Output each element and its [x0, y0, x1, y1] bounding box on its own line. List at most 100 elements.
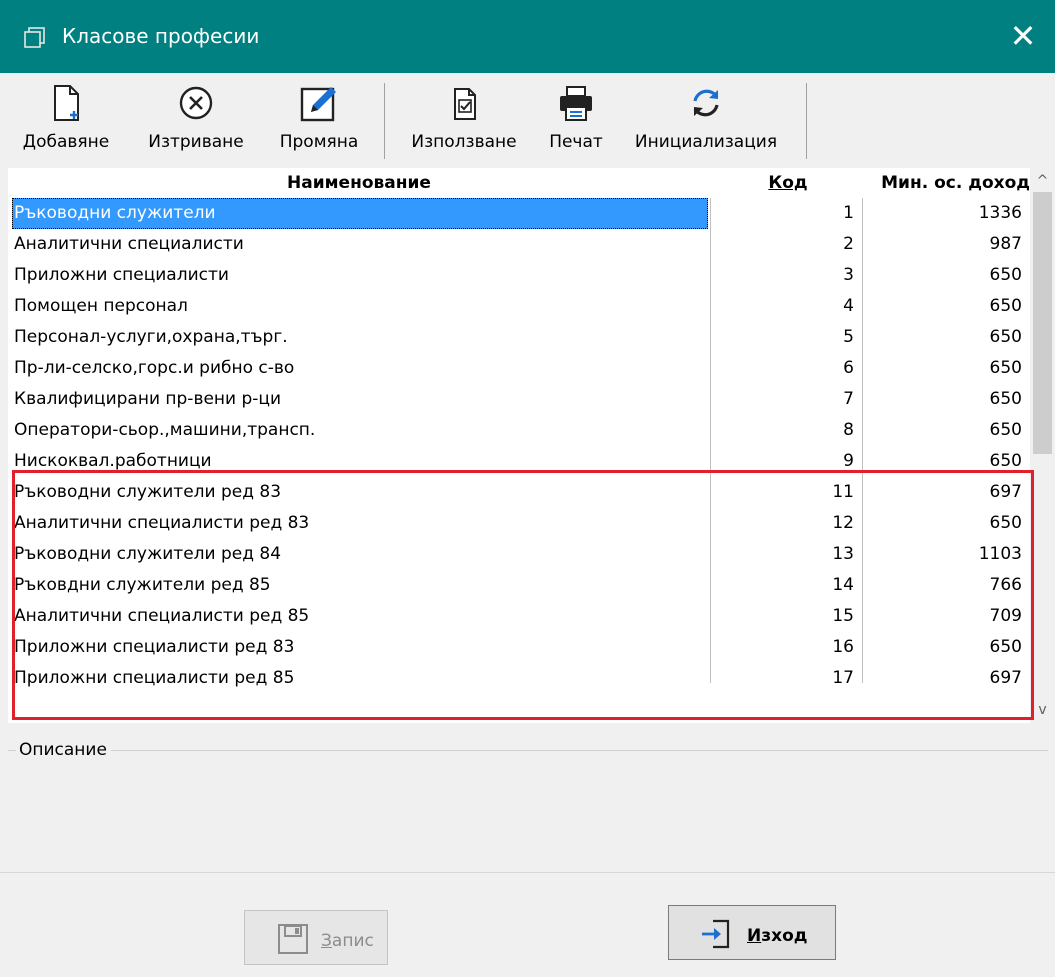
cell-name: Оператори-сьор.,машини,трансп.: [14, 420, 316, 440]
print-button[interactable]: Печат: [538, 79, 614, 163]
cell-name: Пр-ли-селско,горс.и рибно с-во: [14, 358, 295, 378]
delete-label: Изтриване: [148, 132, 244, 152]
delete-button[interactable]: Изтриване: [136, 79, 256, 163]
cell-min-income: 650: [989, 296, 1022, 316]
edit-button[interactable]: Промяна: [264, 79, 374, 163]
vertical-scrollbar[interactable]: ^ v: [1030, 168, 1055, 723]
cell-code: 2: [843, 234, 854, 254]
cell-name: Квалифицирани пр-вени р-ци: [14, 389, 282, 409]
cell-min-income: 766: [989, 575, 1022, 595]
cell-name: Ръковдни служители ред 85: [14, 575, 271, 595]
cell-code: 17: [832, 668, 854, 688]
table-row[interactable]: Аналитични специалисти 2 987: [8, 229, 1030, 260]
cell-name: Аналитични специалисти ред 83: [14, 513, 310, 533]
cell-code: 15: [832, 606, 854, 626]
cell-name: Приложни специалисти ред 83: [14, 637, 295, 657]
cell-code: 1: [843, 203, 854, 223]
print-label: Печат: [549, 132, 603, 152]
checked-document-icon: [454, 88, 476, 120]
cell-code: 6: [843, 358, 854, 378]
cell-min-income: 650: [989, 265, 1022, 285]
cell-code: 9: [843, 451, 854, 471]
description-legend: Описание: [16, 738, 111, 762]
toolbar-separator: [806, 83, 807, 159]
floppy-disk-icon: [278, 924, 308, 954]
column-header-code[interactable]: Код: [768, 168, 808, 198]
cell-name: Приложни специалисти: [14, 265, 229, 285]
toolbar: Добавяне Изтриване Промяна Използване Пе…: [0, 73, 1055, 169]
table-row[interactable]: Ръководни служители ред 83 11 697: [8, 477, 1030, 508]
table-row[interactable]: Помощен персонал 4 650: [8, 291, 1030, 322]
cell-min-income: 987: [989, 234, 1022, 254]
table-row[interactable]: Аналитични специалисти ред 85 15 709: [8, 601, 1030, 632]
table-row[interactable]: Ръководни служители ред 84 13 1103: [8, 539, 1030, 570]
pencil-edit-icon: [300, 87, 336, 122]
cell-name: Приложни специалисти ред 85: [14, 668, 295, 688]
cell-min-income: 1336: [978, 203, 1022, 223]
table-row[interactable]: Приложни специалисти 3 650: [8, 260, 1030, 291]
cell-code: 7: [843, 389, 854, 409]
table-row[interactable]: Нискоквал.работници 9 650: [8, 446, 1030, 477]
add-button[interactable]: Добавяне: [2, 79, 130, 163]
table-row[interactable]: Аналитични специалисти ред 83 12 650: [8, 508, 1030, 539]
exit-button[interactable]: Изход: [668, 905, 836, 960]
table-row[interactable]: Квалифицирани пр-вени р-ци 7 650: [8, 384, 1030, 415]
scroll-up-icon[interactable]: ^: [1030, 170, 1055, 192]
exit-arrow-icon: [702, 919, 730, 949]
cell-min-income: 709: [989, 606, 1022, 626]
cell-name: Помощен персонал: [14, 296, 188, 316]
table-header: Наименование Код Мин. ос. доход: [8, 168, 1038, 198]
cell-min-income: 650: [989, 451, 1022, 471]
table-row[interactable]: Оператори-сьор.,машини,трансп. 8 650: [8, 415, 1030, 446]
window-icon: [24, 27, 45, 48]
title-bar: Класове професии ✕: [0, 0, 1055, 73]
close-icon[interactable]: ✕: [1005, 18, 1041, 54]
scrollbar-thumb[interactable]: [1033, 192, 1052, 454]
refresh-icon: [693, 89, 719, 117]
init-button[interactable]: Инициализация: [620, 79, 792, 163]
init-label: Инициализация: [634, 132, 778, 152]
cell-min-income: 650: [989, 358, 1022, 378]
cell-code: 8: [843, 420, 854, 440]
window-title: Класове професии: [62, 24, 260, 48]
save-button[interactable]: Запис: [244, 910, 388, 965]
description-group: Описание: [8, 736, 1048, 866]
cell-code: 3: [843, 265, 854, 285]
cell-name: Нискоквал.работници: [14, 451, 212, 471]
profession-classes-table: Наименование Код Мин. ос. доход Ръководн…: [8, 168, 1038, 723]
cell-min-income: 697: [989, 482, 1022, 502]
cell-min-income: 650: [989, 389, 1022, 409]
cell-min-income: 650: [989, 637, 1022, 657]
exit-label: Изход: [747, 926, 808, 946]
use-label: Използване: [411, 132, 517, 152]
cell-code: 16: [832, 637, 854, 657]
table-row[interactable]: Приложни специалисти ред 85 17 697: [8, 663, 1030, 694]
cell-code: 14: [832, 575, 854, 595]
divider: [0, 872, 1055, 873]
column-header-name[interactable]: Наименование: [8, 168, 710, 198]
cell-code: 13: [832, 544, 854, 564]
cell-code: 5: [843, 327, 854, 347]
cell-name: Персонал-услуги,охрана,търг.: [14, 327, 288, 347]
table-row[interactable]: Ръковдни служители ред 85 14 766: [8, 570, 1030, 601]
cell-name: Аналитични специалисти ред 85: [14, 606, 310, 626]
cell-min-income: 650: [989, 420, 1022, 440]
toolbar-separator: [384, 83, 385, 159]
cell-min-income: 697: [989, 668, 1022, 688]
scroll-down-icon[interactable]: v: [1030, 699, 1055, 721]
table-row[interactable]: Приложни специалисти ред 83 16 650: [8, 632, 1030, 663]
table-row[interactable]: Ръководни служители 1 1336: [8, 198, 1030, 229]
cell-name: Ръководни служители ред 83: [14, 482, 282, 502]
cell-code: 12: [832, 513, 854, 533]
table-row[interactable]: Пр-ли-селско,горс.и рибно с-во 6 650: [8, 353, 1030, 384]
cell-name: Ръководни служители: [12, 198, 708, 229]
cell-code: 4: [843, 296, 854, 316]
use-button[interactable]: Използване: [398, 79, 530, 163]
cell-min-income: 1103: [978, 544, 1022, 564]
table-row[interactable]: Персонал-услуги,охрана,търг. 5 650: [8, 322, 1030, 353]
cell-name: Аналитични специалисти: [14, 234, 244, 254]
column-header-min-income[interactable]: Мин. ос. доход: [846, 168, 1030, 198]
edit-label: Промяна: [279, 132, 359, 152]
add-label: Добавяне: [22, 132, 110, 152]
printer-icon: [560, 86, 592, 121]
